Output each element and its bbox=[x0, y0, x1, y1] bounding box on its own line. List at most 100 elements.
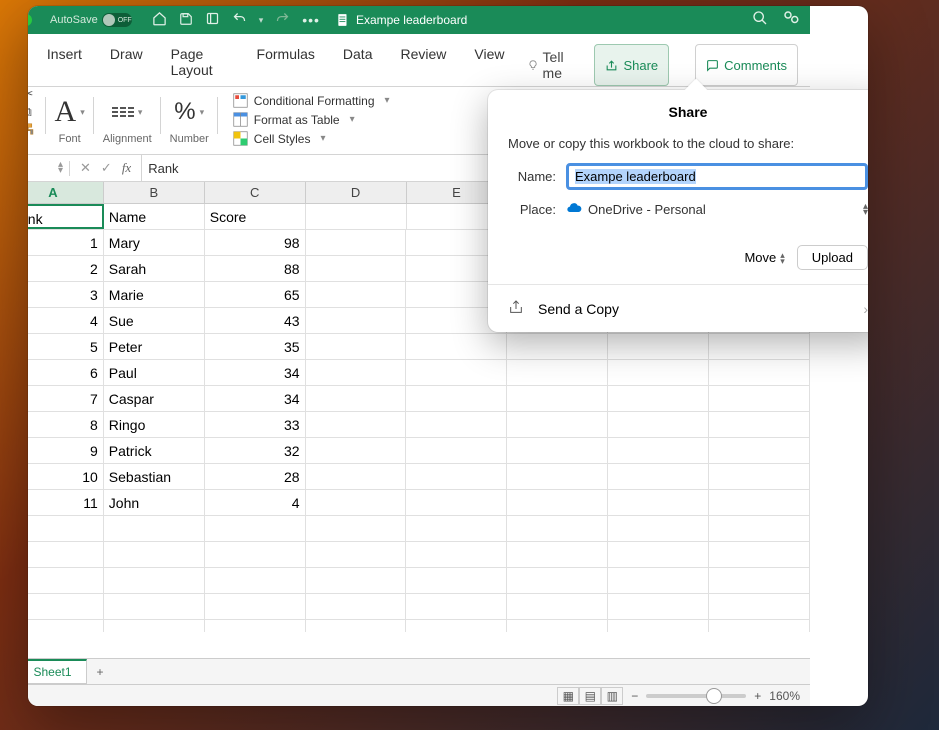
accept-formula-icon[interactable]: ✓ bbox=[101, 160, 112, 176]
cell[interactable]: Rank bbox=[28, 204, 104, 229]
home-icon[interactable] bbox=[152, 11, 167, 29]
format-painter-icon[interactable] bbox=[28, 122, 37, 139]
cell[interactable] bbox=[205, 594, 306, 619]
comments-button[interactable]: Comments bbox=[695, 44, 798, 86]
tab-page-layout[interactable]: Page Layout bbox=[167, 44, 233, 86]
cell[interactable] bbox=[306, 230, 407, 255]
cell[interactable] bbox=[306, 412, 407, 437]
cut-icon[interactable]: ✂ bbox=[28, 86, 37, 102]
cell[interactable]: 43 bbox=[205, 308, 306, 333]
cell[interactable]: Peter bbox=[104, 334, 205, 359]
cell[interactable] bbox=[28, 568, 104, 593]
tab-draw[interactable]: Draw bbox=[106, 44, 147, 86]
formula-input[interactable]: Rank bbox=[142, 161, 178, 176]
cell[interactable] bbox=[306, 490, 407, 515]
cell[interactable]: 4 bbox=[28, 308, 104, 333]
cell[interactable] bbox=[406, 412, 507, 437]
cell[interactable] bbox=[608, 386, 709, 411]
place-select[interactable]: OneDrive - Personal ▴▾ bbox=[566, 200, 868, 219]
cell[interactable] bbox=[104, 568, 205, 593]
cell[interactable] bbox=[608, 516, 709, 541]
cell[interactable]: 4 bbox=[205, 490, 306, 515]
tell-me[interactable]: Tell me bbox=[528, 44, 574, 86]
cell[interactable]: 3 bbox=[28, 282, 104, 307]
cell[interactable] bbox=[608, 334, 709, 359]
alignment-dropdown-icon[interactable]: ▾ bbox=[138, 107, 143, 118]
cell[interactable] bbox=[306, 308, 407, 333]
cell[interactable]: 65 bbox=[205, 282, 306, 307]
cell[interactable] bbox=[306, 438, 407, 463]
cell[interactable] bbox=[709, 360, 810, 385]
cell[interactable] bbox=[406, 438, 507, 463]
cell[interactable]: Paul bbox=[104, 360, 205, 385]
cell[interactable] bbox=[306, 542, 407, 567]
cell[interactable] bbox=[608, 464, 709, 489]
cell[interactable] bbox=[104, 620, 205, 632]
cell[interactable] bbox=[406, 464, 507, 489]
cell[interactable] bbox=[608, 412, 709, 437]
cell[interactable] bbox=[28, 516, 104, 541]
tab-review[interactable]: Review bbox=[396, 44, 450, 86]
cell[interactable] bbox=[507, 464, 608, 489]
number-dropdown-icon[interactable]: ▾ bbox=[200, 107, 205, 118]
cell[interactable] bbox=[507, 594, 608, 619]
cell[interactable] bbox=[507, 386, 608, 411]
cell[interactable]: Name bbox=[104, 204, 205, 229]
cell[interactable] bbox=[507, 620, 608, 632]
cell[interactable] bbox=[709, 490, 810, 515]
cell[interactable] bbox=[709, 412, 810, 437]
search-icon[interactable] bbox=[752, 10, 768, 31]
cell[interactable] bbox=[608, 490, 709, 515]
cell[interactable] bbox=[406, 542, 507, 567]
cell[interactable] bbox=[406, 568, 507, 593]
cell[interactable] bbox=[28, 620, 104, 632]
cell[interactable]: 33 bbox=[205, 412, 306, 437]
share-button[interactable]: Share bbox=[594, 44, 669, 86]
cell[interactable] bbox=[709, 386, 810, 411]
cell[interactable]: 6 bbox=[28, 360, 104, 385]
cell[interactable] bbox=[507, 334, 608, 359]
cell-styles-button[interactable]: Cell Styles▾ bbox=[233, 131, 390, 146]
cell[interactable] bbox=[104, 542, 205, 567]
cell[interactable] bbox=[306, 334, 407, 359]
send-copy-button[interactable]: Send a Copy › bbox=[488, 285, 868, 332]
name-input[interactable] bbox=[566, 163, 868, 190]
cell[interactable]: Score bbox=[205, 204, 306, 229]
cell[interactable]: 34 bbox=[205, 360, 306, 385]
cell[interactable] bbox=[306, 256, 407, 281]
cell[interactable] bbox=[709, 334, 810, 359]
view-page-layout-icon[interactable]: ▤ bbox=[579, 687, 601, 705]
alignment-icon[interactable] bbox=[112, 107, 134, 117]
redo-icon[interactable] bbox=[275, 11, 290, 29]
cell[interactable] bbox=[709, 568, 810, 593]
cell[interactable] bbox=[406, 386, 507, 411]
view-page-break-icon[interactable]: ▥ bbox=[601, 687, 623, 705]
cell[interactable] bbox=[507, 360, 608, 385]
cell[interactable] bbox=[608, 542, 709, 567]
cell[interactable]: John bbox=[104, 490, 205, 515]
cell[interactable]: 11 bbox=[28, 490, 104, 515]
cell[interactable]: 32 bbox=[205, 438, 306, 463]
undo-icon[interactable] bbox=[232, 11, 247, 29]
cell[interactable] bbox=[104, 594, 205, 619]
sheet-tab[interactable]: Sheet1 bbox=[28, 659, 87, 684]
cell[interactable]: 35 bbox=[205, 334, 306, 359]
cell[interactable] bbox=[608, 438, 709, 463]
cell[interactable]: Mary bbox=[104, 230, 205, 255]
cell[interactable]: 98 bbox=[205, 230, 306, 255]
zoom-slider[interactable] bbox=[646, 694, 746, 698]
maximize-window-button[interactable] bbox=[28, 14, 32, 26]
cell[interactable] bbox=[306, 386, 407, 411]
conditional-formatting-button[interactable]: Conditional Formatting▾ bbox=[233, 93, 390, 108]
cell[interactable] bbox=[406, 360, 507, 385]
cell[interactable] bbox=[306, 282, 407, 307]
cell[interactable]: Sebastian bbox=[104, 464, 205, 489]
tab-data[interactable]: Data bbox=[339, 44, 377, 86]
cell[interactable] bbox=[28, 542, 104, 567]
view-normal-icon[interactable]: ▦ bbox=[557, 687, 579, 705]
zoom-level[interactable]: 160% bbox=[769, 689, 800, 703]
cancel-formula-icon[interactable]: ✕ bbox=[80, 160, 91, 176]
cell[interactable] bbox=[709, 620, 810, 632]
cell[interactable]: 10 bbox=[28, 464, 104, 489]
tab-insert[interactable]: Insert bbox=[43, 44, 86, 86]
